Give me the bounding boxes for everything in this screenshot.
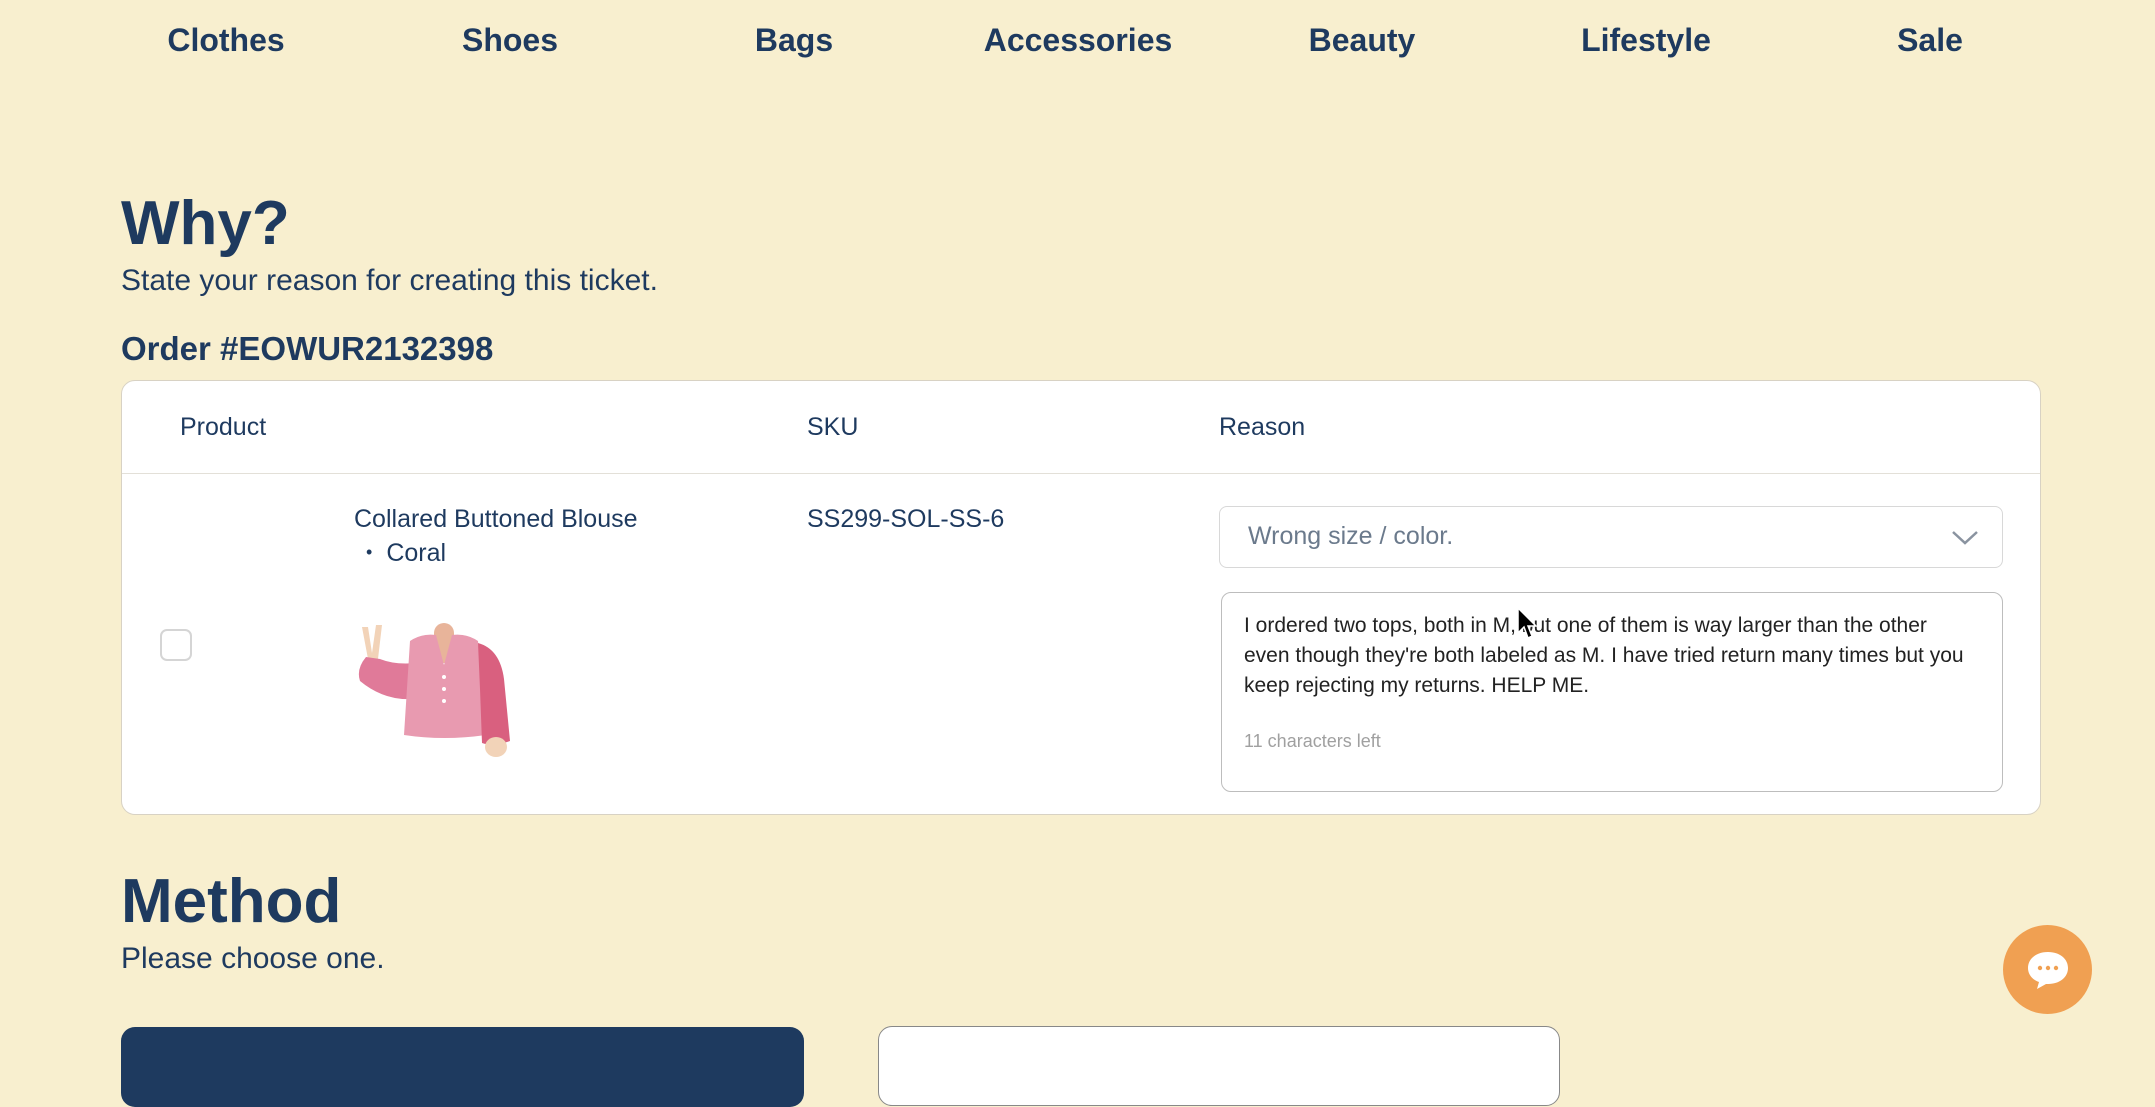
nav-sale[interactable]: Sale	[1897, 22, 1963, 59]
order-title: Order #EOWUR2132398	[121, 330, 494, 367]
nav-accessories[interactable]: Accessories	[984, 22, 1173, 59]
top-nav: Clothes Shoes Bags Accessories Beauty Li…	[0, 0, 2155, 92]
bullet-icon: •	[366, 542, 373, 562]
method-option-2[interactable]	[878, 1026, 1560, 1106]
mouse-cursor-icon	[1517, 607, 1538, 640]
characters-left-counter: 11 characters left	[1244, 731, 1381, 751]
product-image	[358, 623, 510, 757]
table-divider	[122, 473, 2040, 474]
nav-beauty[interactable]: Beauty	[1309, 22, 1416, 59]
item-select-checkbox[interactable]	[160, 629, 192, 661]
chat-button[interactable]	[2003, 925, 2092, 1014]
nav-shoes[interactable]: Shoes	[462, 22, 558, 59]
reason-textarea-box: I ordered two tops, both in M, but one o…	[1221, 592, 2003, 792]
nav-bags[interactable]: Bags	[755, 22, 833, 59]
method-subtitle: Please choose one.	[121, 942, 385, 975]
product-variant: • Coral	[366, 539, 446, 568]
column-header-reason: Reason	[1219, 413, 1306, 441]
method-title: Method	[121, 867, 342, 936]
order-table: Product SKU Reason Collared Buttoned Blo…	[121, 380, 2041, 815]
method-option-1[interactable]	[121, 1027, 804, 1107]
nav-lifestyle[interactable]: Lifestyle	[1581, 22, 1711, 59]
why-subtitle: State your reason for creating this tick…	[121, 264, 658, 297]
column-header-product: Product	[180, 413, 267, 441]
reason-select-value: Wrong size / color.	[1248, 522, 1454, 550]
why-title: Why?	[121, 189, 290, 258]
chevron-down-icon	[1952, 531, 1978, 545]
product-variant-label: Coral	[386, 539, 447, 567]
chat-bubble-icon	[2028, 952, 2068, 989]
reason-select[interactable]: Wrong size / color.	[1219, 506, 2003, 568]
product-name: Collared Buttoned Blouse	[354, 505, 638, 533]
nav-clothes[interactable]: Clothes	[167, 22, 284, 59]
reason-textarea[interactable]: I ordered two tops, both in M, but one o…	[1244, 611, 1974, 721]
product-sku: SS299-SOL-SS-6	[807, 505, 1005, 533]
column-header-sku: SKU	[807, 413, 859, 441]
